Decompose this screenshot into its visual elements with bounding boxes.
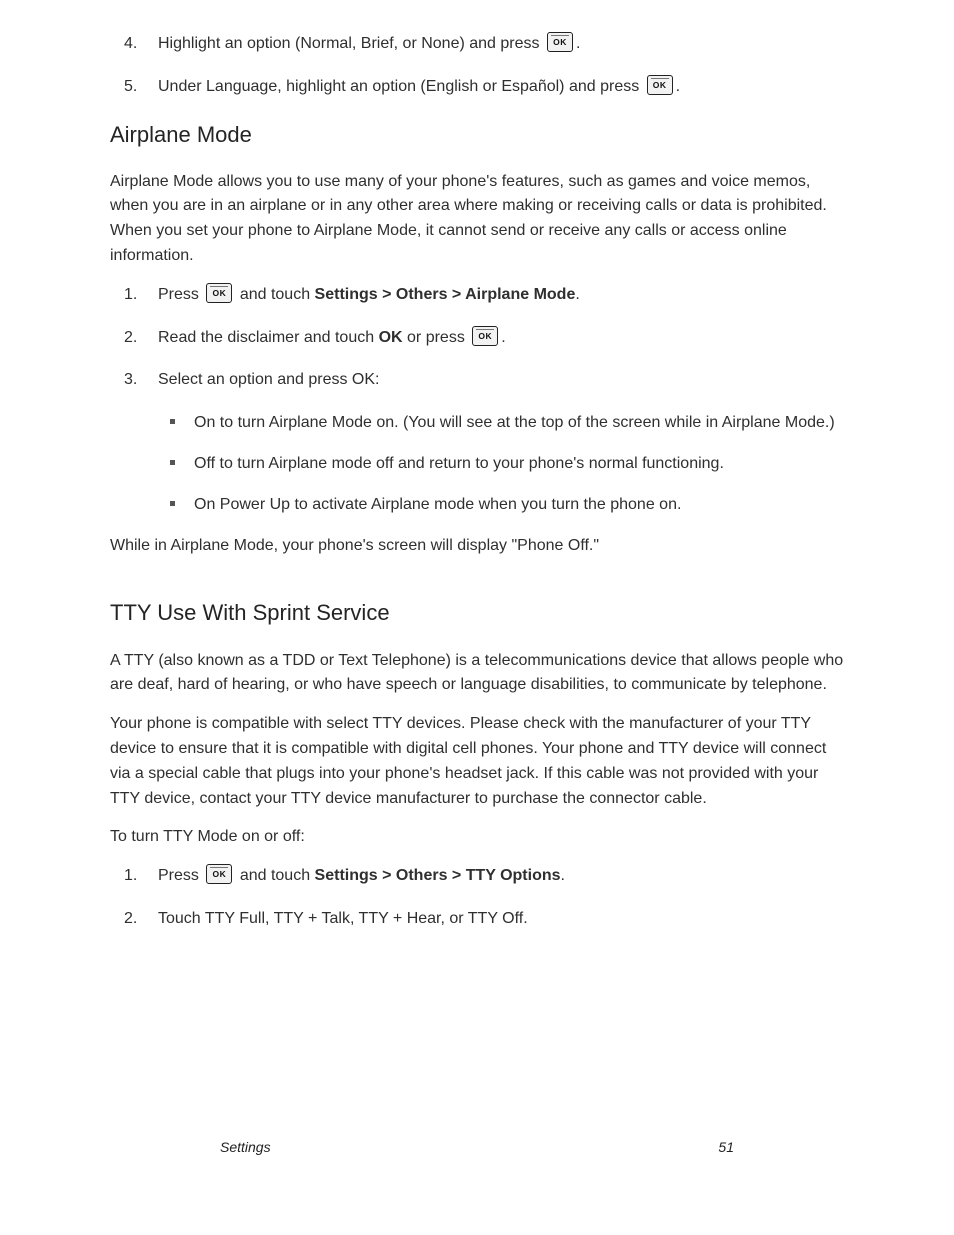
paragraph: Your phone is compatible with select TTY… bbox=[110, 712, 844, 811]
text: Press bbox=[158, 286, 199, 303]
page-footer: Settings 51 bbox=[220, 1137, 734, 1159]
list-item: On to turn Airplane Mode on. (You will s… bbox=[110, 411, 844, 436]
step-number: 5. bbox=[124, 75, 137, 100]
text: and touch bbox=[240, 867, 310, 884]
menu-ok-icon bbox=[206, 283, 232, 303]
ok-label: OK bbox=[379, 329, 403, 346]
period: . bbox=[575, 286, 579, 303]
step-number: 1. bbox=[124, 864, 137, 889]
text: Read the disclaimer and touch bbox=[158, 329, 374, 346]
list-item: 2. Read the disclaimer and touch OK or p… bbox=[110, 326, 844, 351]
list-item: 2. Touch TTY Full, TTY + Talk, TTY + Hea… bbox=[110, 907, 844, 932]
airplane-mode-options: On to turn Airplane Mode on. (You will s… bbox=[110, 411, 844, 517]
list-item: 4. Highlight an option (Normal, Brief, o… bbox=[110, 32, 844, 57]
step-number: 4. bbox=[124, 32, 137, 57]
tty-steps: 1. Press and touch Settings > Others > T… bbox=[110, 864, 844, 932]
period: . bbox=[561, 867, 565, 884]
period: . bbox=[576, 35, 580, 52]
text: Touch TTY Full, TTY + Talk, TTY + Hear, … bbox=[158, 910, 528, 927]
step-number: 2. bbox=[124, 907, 137, 932]
step-text: Highlight an option (Normal, Brief, or N… bbox=[158, 35, 540, 52]
paragraph: Airplane Mode allows you to use many of … bbox=[110, 170, 844, 269]
list-item: 5. Under Language, highlight an option (… bbox=[110, 75, 844, 100]
step-number: 2. bbox=[124, 326, 137, 351]
list-item: 3. Select an option and press OK: bbox=[110, 368, 844, 393]
menu-ok-icon bbox=[472, 326, 498, 346]
menu-ok-icon bbox=[206, 864, 232, 884]
heading-tty: TTY Use With Sprint Service bbox=[110, 596, 844, 630]
text: Select an option and press OK: bbox=[158, 371, 379, 388]
menu-path: Settings > Others > TTY Options bbox=[315, 867, 561, 884]
voice-guide-steps: 4. Highlight an option (Normal, Brief, o… bbox=[110, 32, 844, 100]
period: . bbox=[501, 329, 505, 346]
text: Press bbox=[158, 867, 199, 884]
period: . bbox=[676, 78, 680, 95]
text: or press bbox=[407, 329, 465, 346]
step-number: 1. bbox=[124, 283, 137, 308]
menu-ok-icon bbox=[547, 32, 573, 52]
menu-ok-icon bbox=[647, 75, 673, 95]
airplane-mode-steps: 1. Press and touch Settings > Others > A… bbox=[110, 283, 844, 393]
step-text: Under Language, highlight an option (Eng… bbox=[158, 78, 639, 95]
lead-sentence: To turn TTY Mode on or off: bbox=[110, 825, 844, 850]
list-item: 1. Press and touch Settings > Others > A… bbox=[110, 283, 844, 308]
paragraph: A TTY (also known as a TDD or Text Telep… bbox=[110, 649, 844, 699]
step-number: 3. bbox=[124, 368, 137, 393]
text: and touch bbox=[240, 286, 310, 303]
footer-section: Settings bbox=[220, 1137, 271, 1159]
footer-page-number: 51 bbox=[718, 1137, 734, 1159]
list-item: Off to turn Airplane mode off and return… bbox=[110, 452, 844, 477]
menu-path: Settings > Others > Airplane Mode bbox=[315, 286, 576, 303]
heading-airplane-mode: Airplane Mode bbox=[110, 118, 844, 152]
list-item: On Power Up to activate Airplane mode wh… bbox=[110, 493, 844, 518]
list-item: 1. Press and touch Settings > Others > T… bbox=[110, 864, 844, 889]
paragraph: While in Airplane Mode, your phone's scr… bbox=[110, 534, 844, 559]
